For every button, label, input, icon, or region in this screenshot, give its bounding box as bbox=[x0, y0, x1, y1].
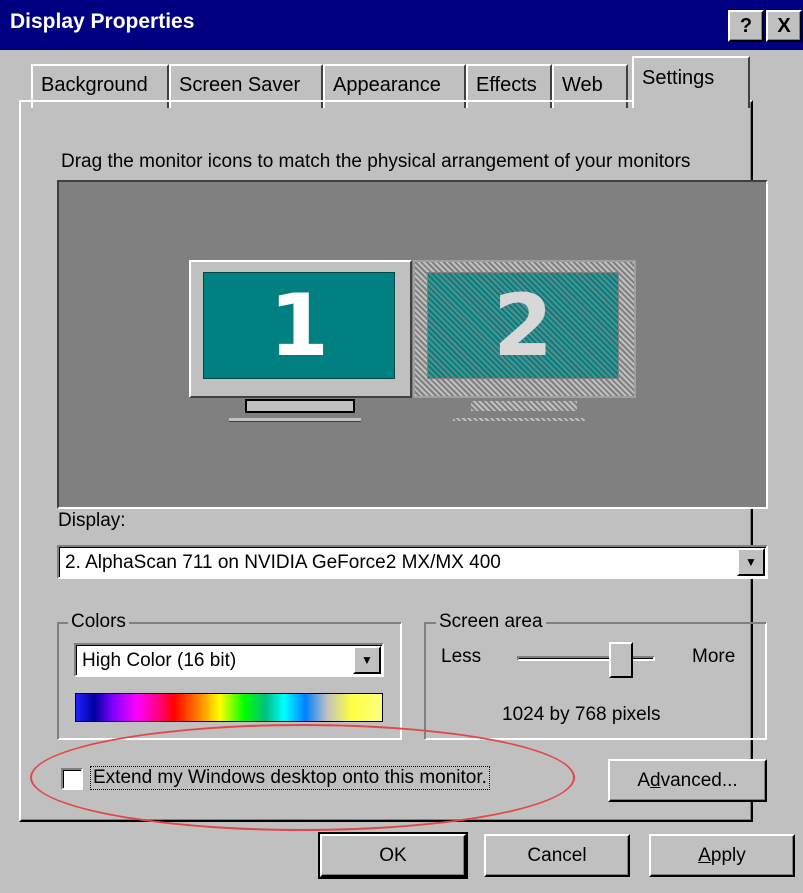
tab-label: Web bbox=[562, 74, 603, 96]
tab-label: Effects bbox=[476, 74, 537, 96]
apply-label-suffix: pply bbox=[710, 845, 746, 866]
extend-desktop-label[interactable]: Extend my Windows desktop onto this moni… bbox=[90, 766, 490, 790]
screen-area-slider-track[interactable] bbox=[517, 656, 655, 661]
monitor-foot bbox=[229, 418, 361, 422]
monitor-1-icon[interactable]: 1 bbox=[189, 260, 412, 426]
tab-settings[interactable]: Settings bbox=[632, 56, 750, 108]
tab-label: Screen Saver bbox=[179, 74, 301, 96]
help-button[interactable]: ? bbox=[728, 10, 764, 42]
advanced-label-prefix: A bbox=[637, 770, 650, 791]
advanced-button[interactable]: Advanced... bbox=[608, 759, 767, 802]
display-label: Display: bbox=[58, 510, 126, 531]
advanced-label-suffix: vanced... bbox=[660, 770, 738, 791]
colors-select[interactable]: High Color (16 bit) ▼ bbox=[74, 643, 384, 677]
display-select[interactable]: 2. AlphaScan 711 on NVIDIA GeForce2 MX/M… bbox=[57, 545, 768, 579]
resolution-text: 1024 by 768 pixels bbox=[502, 704, 661, 725]
colors-group-label: Colors bbox=[68, 611, 129, 633]
chevron-down-icon[interactable]: ▼ bbox=[353, 646, 381, 674]
close-button[interactable]: X bbox=[766, 10, 802, 42]
window-title: Display Properties bbox=[10, 10, 195, 33]
instruction-text: Drag the monitor icons to match the phys… bbox=[61, 151, 691, 172]
display-select-value: 2. AlphaScan 711 on NVIDIA GeForce2 MX/M… bbox=[65, 552, 501, 573]
colors-select-value: High Color (16 bit) bbox=[82, 650, 237, 671]
colors-group: Colors bbox=[57, 611, 402, 740]
cancel-button[interactable]: Cancel bbox=[484, 834, 630, 877]
extend-desktop-checkbox[interactable] bbox=[61, 768, 83, 790]
ok-button[interactable]: OK bbox=[318, 832, 468, 879]
monitor-foot bbox=[453, 418, 585, 422]
chevron-down-icon[interactable]: ▼ bbox=[737, 548, 765, 576]
title-bar: Display Properties ? X bbox=[0, 0, 803, 50]
screen-area-group-label: Screen area bbox=[436, 611, 546, 633]
monitor-number: 1 bbox=[203, 272, 395, 379]
color-spectrum-preview bbox=[75, 693, 383, 722]
more-label: More bbox=[692, 646, 736, 667]
advanced-accelerator: d bbox=[650, 770, 661, 791]
tab-label: Settings bbox=[642, 67, 715, 89]
apply-button[interactable]: Apply bbox=[649, 834, 795, 877]
apply-accelerator: A bbox=[698, 845, 711, 866]
less-label: Less bbox=[441, 646, 482, 667]
monitor-number: 2 bbox=[427, 272, 619, 379]
tab-label: Appearance bbox=[333, 74, 441, 96]
monitor-base bbox=[469, 399, 579, 413]
monitor-2-icon[interactable]: 2 bbox=[413, 260, 636, 426]
screen-area-slider-thumb[interactable] bbox=[609, 642, 633, 678]
tab-label: Background bbox=[41, 74, 148, 96]
monitor-base bbox=[245, 399, 355, 413]
monitor-arrangement-area[interactable]: 1 2 bbox=[57, 180, 768, 509]
